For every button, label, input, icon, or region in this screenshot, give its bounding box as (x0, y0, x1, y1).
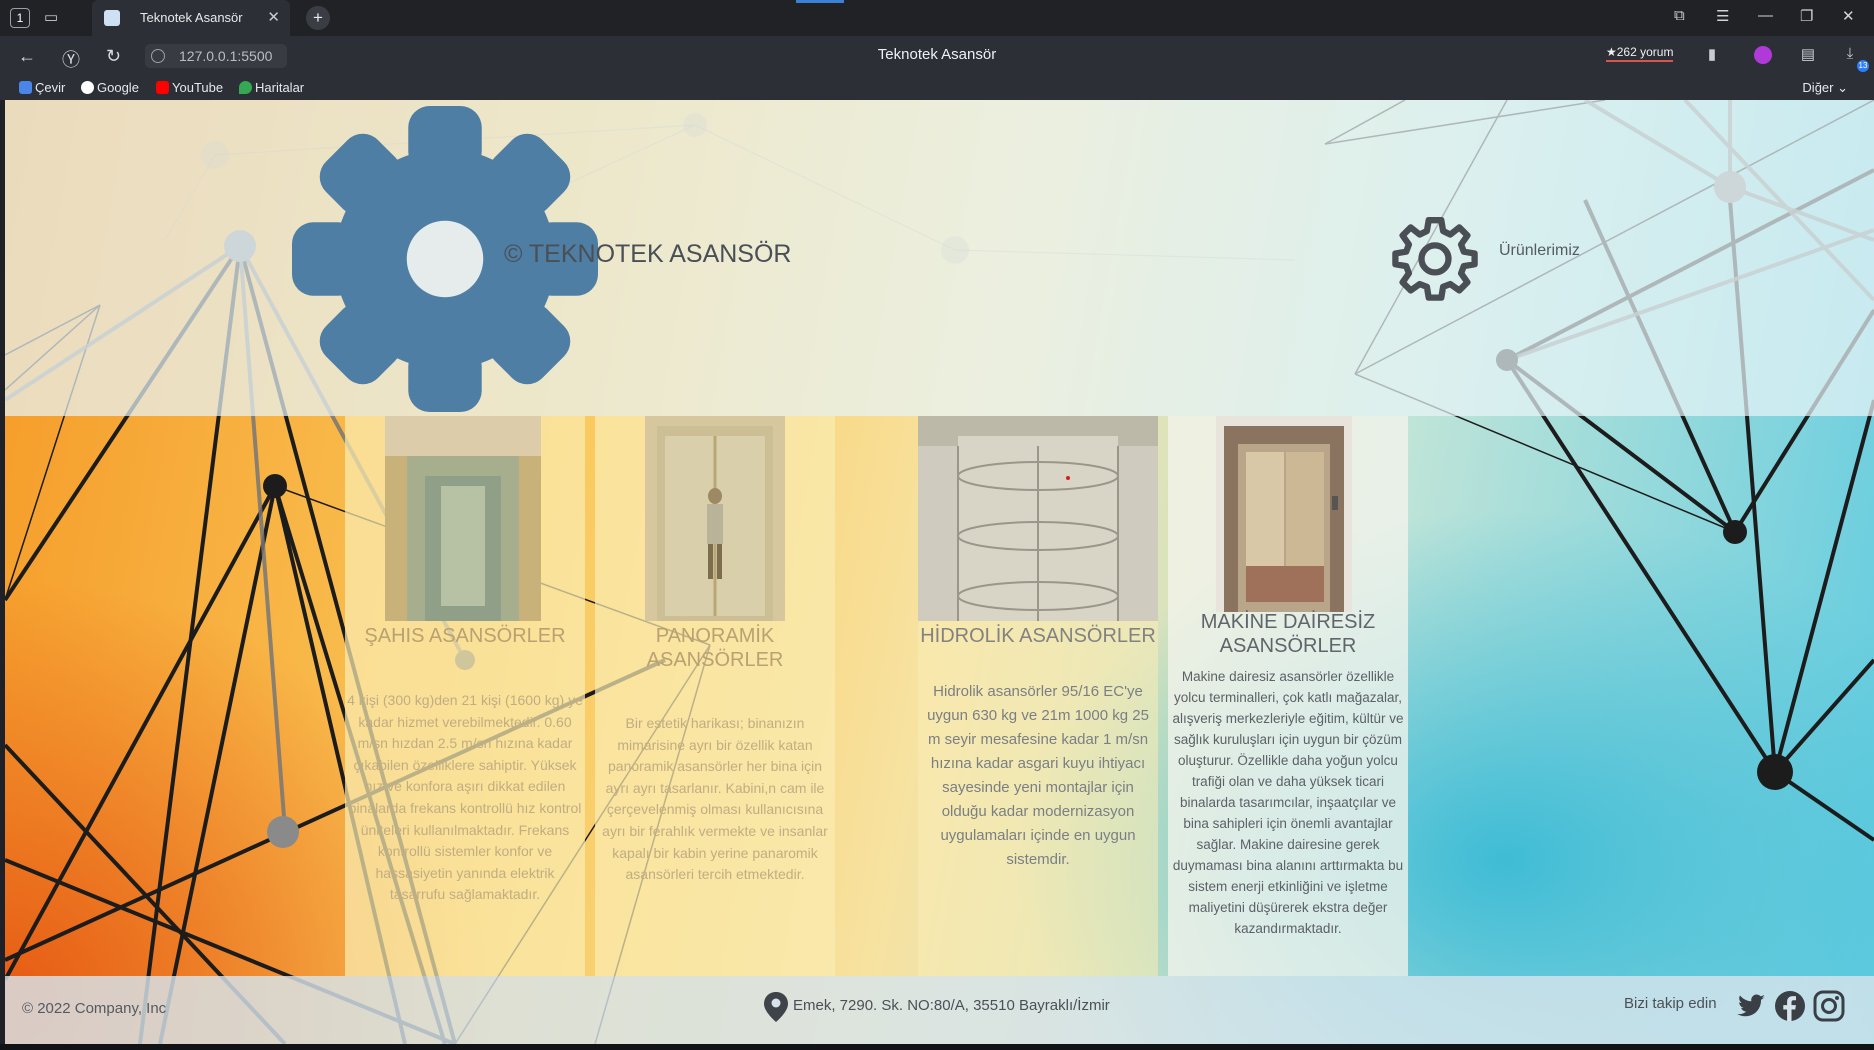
workspace-icon[interactable]: ▭ (44, 8, 66, 28)
twitter-icon[interactable] (1735, 990, 1767, 1022)
site-footer: © 2022 Company, Inc Emek, 7290. Sk. NO:8… (5, 976, 1874, 1044)
product-card[interactable]: ŞAHIS ASANSÖRLER 4 kişi (300 kg)den 21 k… (345, 416, 585, 976)
bookmark-maps[interactable]: Haritalar (239, 80, 304, 95)
instagram-icon[interactable] (1813, 990, 1845, 1022)
card-text: 4 kişi (300 kg)den 21 kişi (1600 kg) ye … (347, 692, 583, 903)
card-title: HİDROLİK ASANSÖRLER (920, 625, 1156, 647)
tab-counter[interactable]: 1 (10, 8, 30, 28)
extension-icon[interactable] (1754, 46, 1772, 64)
bookmark-youtube[interactable]: YouTube (156, 80, 223, 95)
bookmark-icon[interactable]: ▮ (1702, 45, 1722, 65)
translate-icon (19, 81, 32, 94)
card-title: MAKİNE DAİRESİZ ASANSÖRLER (1200, 611, 1376, 657)
site-header: © TEKNOTEK ASANSÖR Ürünlerimiz (5, 100, 1874, 416)
tab-close-icon[interactable]: ✕ (267, 8, 280, 26)
tab-loading-indicator (796, 0, 844, 3)
site-favicon-icon (104, 10, 120, 26)
products-gear-icon[interactable] (1390, 213, 1480, 303)
product-card[interactable]: MAKİNE DAİRESİZ ASANSÖRLER Makine daires… (1168, 416, 1408, 976)
product-cards: ŞAHIS ASANSÖRLER 4 kişi (300 kg)den 21 k… (5, 416, 1874, 976)
brand-name[interactable]: © TEKNOTEK ASANSÖR (504, 240, 791, 269)
bookmarks-more[interactable]: Diğer ⌄ (1802, 80, 1848, 96)
minimize-icon[interactable]: — (1758, 7, 1773, 24)
address: Emek, 7290. Sk. NO:80/A, 35510 Bayraklı/… (793, 997, 1110, 1014)
restore-icon[interactable]: ❐ (1800, 7, 1813, 25)
elevator-photo (385, 416, 541, 621)
elevator-photo (918, 416, 1158, 621)
bookmark-translate[interactable]: Çevir (19, 80, 65, 95)
card-text: Hidrolik asansörler 95/16 EC'ye uygun 63… (927, 683, 1149, 868)
product-card[interactable]: HİDROLİK ASANSÖRLER Hidrolik asansörler … (918, 416, 1158, 976)
reviews-badge[interactable]: ★262 yorum (1606, 45, 1674, 62)
close-window-icon[interactable]: ✕ (1842, 7, 1855, 25)
card-title: ŞAHIS ASANSÖRLER (364, 625, 566, 647)
maps-icon (239, 81, 252, 94)
nav-products-link[interactable]: Ürünlerimiz (1499, 242, 1580, 260)
follow-us-label: Bizi takip edin (1624, 995, 1717, 1012)
address-bar: ← Ⓨ ↻ 127.0.0.1:5500 Teknotek Asansör ★2… (0, 36, 1874, 76)
bookmarks-bar: Çevir Google YouTube Haritalar Diğer ⌄ (0, 76, 1874, 100)
menu-icon[interactable]: ☰ (1716, 7, 1729, 25)
google-icon (81, 81, 94, 94)
youtube-icon (156, 81, 169, 94)
card-text: Makine dairesiz asansörler özellikle yol… (1172, 669, 1404, 936)
page-title: Teknotek Asansör (877, 46, 997, 63)
browser-tab-bar: 1 ▭ Teknotek Asansör ✕ + ⧉ ☰ — ❐ ✕ (0, 0, 1874, 36)
card-title: PANORAMİK ASANSÖRLER (646, 625, 784, 671)
elevator-photo (1216, 416, 1352, 612)
collections-icon[interactable]: ▤ (1798, 45, 1818, 65)
bookmark-google[interactable]: Google (81, 80, 139, 95)
download-count-badge: 13 (1857, 60, 1869, 72)
new-tab-button[interactable]: + (306, 6, 330, 30)
card-text: Bir estetik harikası; binanızın mimarisi… (602, 715, 828, 883)
web-page: © TEKNOTEK ASANSÖR Ürünlerimiz ŞAHIS ASA… (5, 100, 1874, 1044)
copyright: © 2022 Company, Inc (22, 1000, 167, 1017)
facebook-icon[interactable] (1774, 990, 1806, 1022)
product-card[interactable]: PANORAMİK ASANSÖRLER Bir estetik harikas… (595, 416, 835, 976)
tab-list-icon[interactable]: ⧉ (1674, 7, 1685, 24)
os-taskbar (0, 1044, 1874, 1050)
tab-title: Teknotek Asansör (140, 10, 243, 25)
elevator-photo (645, 416, 785, 621)
browser-tab-active[interactable]: Teknotek Asansör ✕ (92, 0, 290, 36)
location-pin-icon (764, 992, 788, 1022)
